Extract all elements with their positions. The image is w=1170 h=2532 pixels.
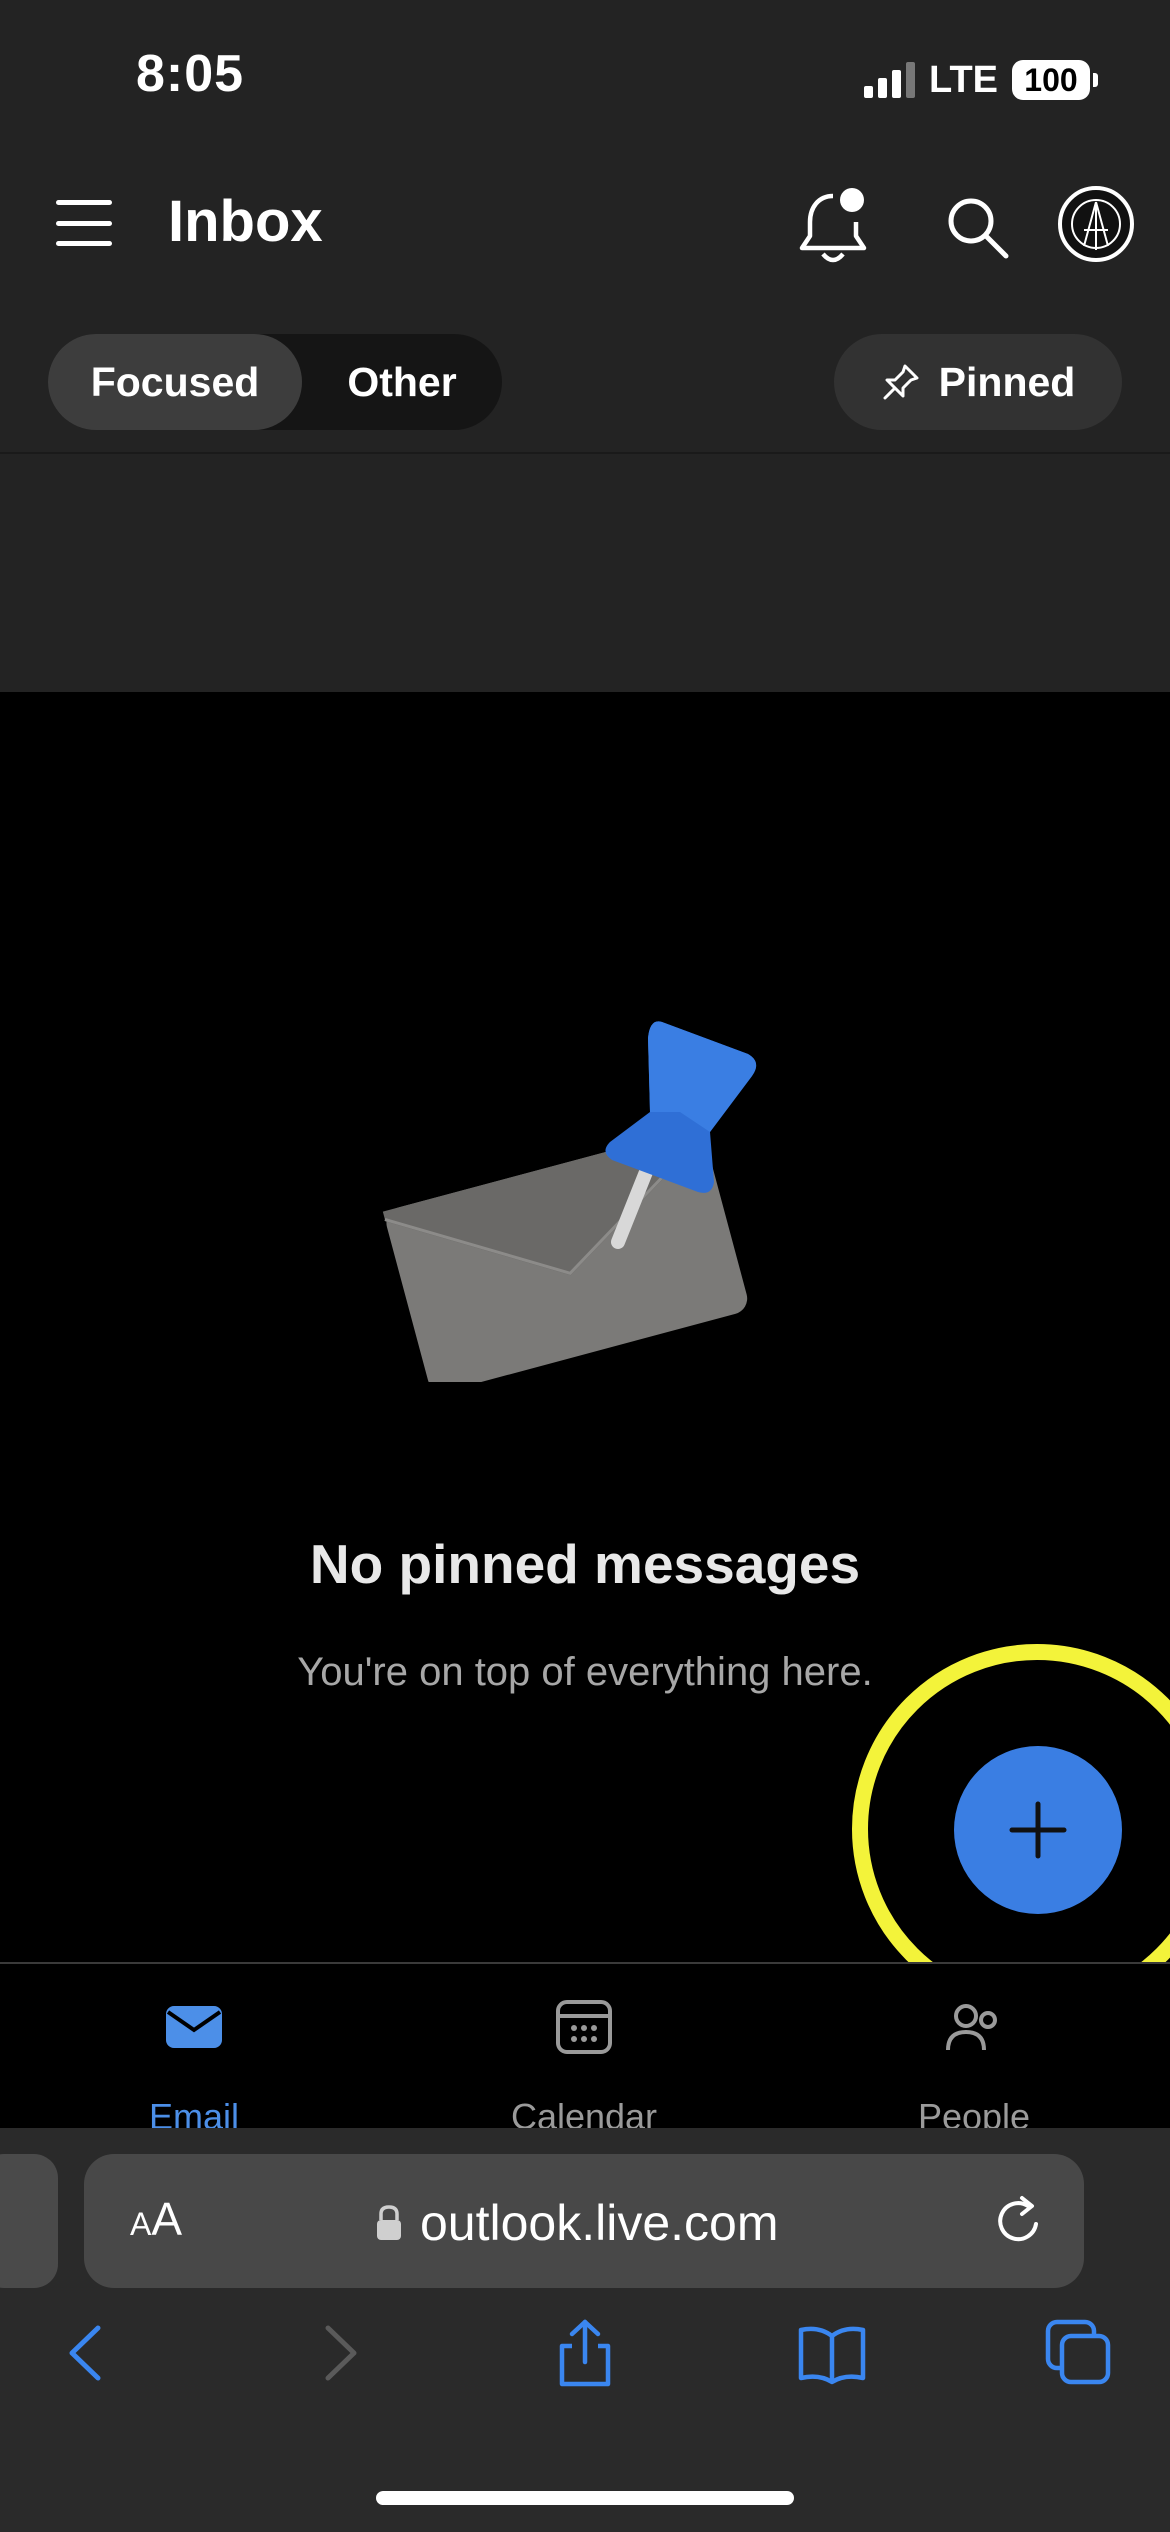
bottom-tab-bar: Email Calendar People (0, 1962, 1170, 2137)
lock-icon (377, 2205, 401, 2240)
forward-icon[interactable] (304, 2318, 374, 2388)
mail-icon (166, 2006, 222, 2048)
tab-email[interactable]: Email (44, 1994, 344, 2137)
calendar-icon (556, 2000, 612, 2054)
pin-icon (883, 364, 919, 400)
search-icon[interactable] (944, 194, 1010, 260)
bookmarks-icon[interactable] (797, 2318, 867, 2388)
url-display[interactable]: outlook.live.com (374, 2194, 779, 2252)
plus-icon (1009, 1801, 1067, 1859)
home-indicator[interactable] (376, 2491, 794, 2505)
url-text: outlook.live.com (420, 2195, 779, 2251)
signal-icon (864, 62, 916, 98)
tab-calendar[interactable]: Calendar (434, 1994, 734, 2137)
status-bar: 8:05 LTE 100 (0, 0, 1170, 150)
app-header: Inbox (0, 150, 1170, 302)
reload-icon[interactable] (992, 2194, 1046, 2248)
tabs-icon[interactable] (1044, 2318, 1114, 2388)
new-message-button[interactable] (954, 1746, 1122, 1914)
tab-people[interactable]: People (824, 1994, 1124, 2137)
battery-icon: 100 (1012, 60, 1098, 100)
pinned-header-area (0, 454, 1170, 692)
status-indicators: LTE 100 (864, 58, 1098, 102)
menu-icon[interactable] (56, 200, 112, 246)
tab-other[interactable]: Other (302, 334, 502, 430)
avatar[interactable] (1058, 186, 1134, 262)
address-bar[interactable]: AA outlook.live.com (84, 2154, 1084, 2288)
pinned-filter-button[interactable]: Pinned (834, 334, 1122, 430)
inbox-pivot-bar: Focused Other Pinned (0, 302, 1170, 454)
page-title: Inbox (168, 189, 323, 254)
share-icon[interactable] (550, 2318, 620, 2388)
people-icon (946, 2004, 997, 2051)
empty-state-title: No pinned messages (309, 1533, 861, 1595)
pinned-envelope-illustration (382, 1021, 757, 1382)
tab-focused[interactable]: Focused (48, 334, 302, 430)
text-size-button[interactable]: AA (130, 2192, 182, 2246)
previous-tab-preview[interactable] (0, 2154, 58, 2288)
inbox-segmented-control: Focused Other (48, 334, 502, 430)
network-label: LTE (929, 58, 998, 101)
back-icon[interactable] (52, 2318, 122, 2388)
pinned-label: Pinned (938, 358, 1076, 405)
bell-icon[interactable] (796, 186, 870, 266)
status-time: 8:05 (136, 45, 245, 103)
